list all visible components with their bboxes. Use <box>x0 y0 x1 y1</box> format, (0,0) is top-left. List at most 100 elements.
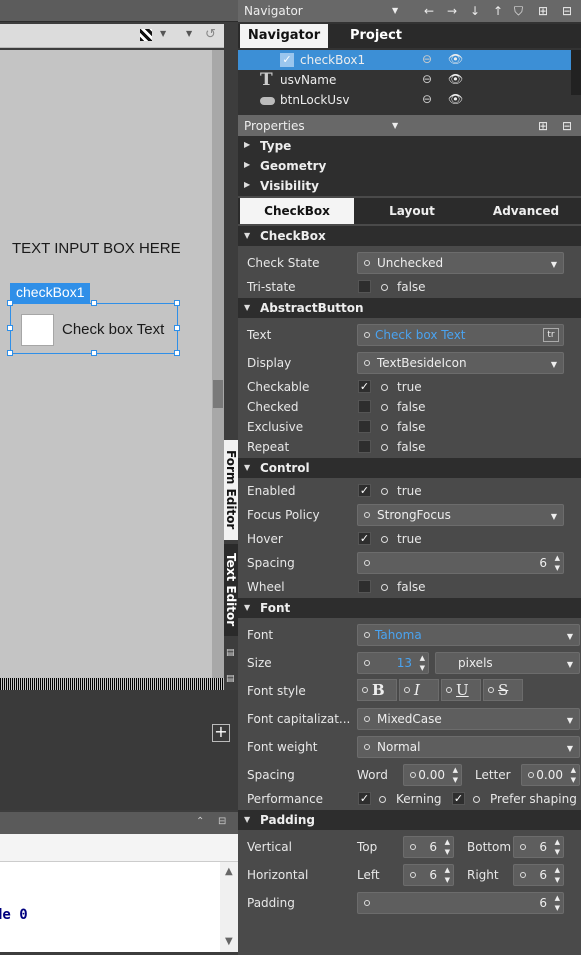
display-combo[interactable]: TextBesideIcon ▼ <box>357 352 564 374</box>
canvas-vertical-scrollbar[interactable] <box>212 50 224 678</box>
arrow-up-icon[interactable]: ↑ <box>493 4 503 18</box>
font-family-combo[interactable]: Tahoma ▼ <box>357 624 580 646</box>
font-capitalization-combo[interactable]: MixedCase ▼ <box>357 708 580 730</box>
checkbox-indicator[interactable] <box>21 314 54 346</box>
chevron-down-icon[interactable]: ▼ <box>160 29 172 41</box>
section-font[interactable]: ▼ Font <box>238 598 581 618</box>
tristate-checkbox[interactable] <box>358 280 371 293</box>
arrow-down-icon[interactable]: ↓ <box>470 4 480 18</box>
stepper-icon[interactable]: ▲ ▼ <box>555 553 560 573</box>
font-size-unit-combo[interactable]: pixels ▼ <box>435 652 580 674</box>
bottom-padding-spinbox[interactable]: 6 ▲ ▼ <box>513 836 564 858</box>
arrow-left-icon[interactable]: ← <box>424 4 434 18</box>
wheel-checkbox[interactable] <box>358 580 371 593</box>
stepper-icon[interactable]: ▲ ▼ <box>445 837 450 857</box>
tab-project[interactable]: Project <box>330 24 422 48</box>
tab-text-editor[interactable]: Text Editor <box>224 544 238 636</box>
scrollbar-thumb[interactable] <box>213 380 223 408</box>
lock-toggle-icon[interactable]: ⊖ <box>422 72 432 86</box>
eye-icon[interactable]: 👁 <box>448 52 463 66</box>
chevron-up-icon[interactable]: ⌃ <box>196 816 204 827</box>
strikeout-toggle[interactable]: S <box>483 679 523 701</box>
chevron-down-icon[interactable]: ▼ <box>225 936 233 947</box>
kerning-checkbox[interactable]: ✓ <box>358 792 371 805</box>
translate-icon[interactable]: tr <box>543 328 559 342</box>
checked-checkbox[interactable] <box>358 400 371 413</box>
selected-checkbox-widget[interactable]: Check box Text <box>7 300 180 356</box>
undo-icon[interactable]: ↺ <box>205 27 217 42</box>
prefer-shaping-checkbox[interactable]: ✓ <box>452 792 465 805</box>
letter-spacing-spinbox[interactable]: 0.00 ▲ ▼ <box>521 764 580 786</box>
stepper-icon[interactable]: ▲ ▼ <box>445 865 450 885</box>
stepper-icon[interactable]: ▲ ▼ <box>555 837 560 857</box>
close-icon[interactable]: ⊟ <box>218 816 226 827</box>
navigator-item-btnlockusv[interactable]: btnLockUsv ⊖ 👁 <box>238 90 571 110</box>
right-padding-spinbox[interactable]: 6 ▲ ▼ <box>513 864 564 886</box>
word-spacing-spinbox[interactable]: 0.00 ▲ ▼ <box>403 764 462 786</box>
focus-policy-combo[interactable]: StrongFocus ▼ <box>357 504 564 526</box>
hover-checkbox[interactable]: ✓ <box>358 532 371 545</box>
output-text-area[interactable]: de 0 <box>0 862 220 952</box>
tab-checkbox[interactable]: CheckBox <box>240 198 354 224</box>
top-padding-spinbox[interactable]: 6 ▲ ▼ <box>403 836 454 858</box>
font-weight-combo[interactable]: Normal ▼ <box>357 736 580 758</box>
design-canvas[interactable]: TEXT INPUT BOX HERE checkBox1 Check box … <box>0 50 212 678</box>
tab-layout[interactable]: Layout <box>356 198 468 224</box>
arrow-right-icon[interactable]: → <box>447 4 457 18</box>
padding-spinbox[interactable]: 6 ▲ ▼ <box>357 892 564 914</box>
section-padding[interactable]: ▼ Padding <box>238 810 581 830</box>
split-panel-icon[interactable]: ⊞ <box>538 119 548 133</box>
filter-icon[interactable]: ⛉ <box>514 4 523 19</box>
resize-handle[interactable] <box>174 325 180 331</box>
stepper-icon[interactable]: ▲ ▼ <box>420 653 425 673</box>
close-panel-icon[interactable]: ⊟ <box>562 119 572 133</box>
close-panel-icon[interactable]: ⊟ <box>562 4 572 18</box>
font-size-spinbox[interactable]: 13 ▲ ▼ <box>357 652 429 674</box>
spacing-spinbox[interactable]: 6 ▲ ▼ <box>357 552 564 574</box>
eye-icon[interactable]: 👁 <box>448 92 463 106</box>
panel-restore-icon[interactable]: ▤ <box>226 648 235 658</box>
split-panel-icon[interactable]: ⊞ <box>538 4 548 18</box>
text-input-placeholder[interactable]: TEXT INPUT BOX HERE <box>12 240 181 257</box>
text-field[interactable]: Check box Text tr <box>357 324 564 346</box>
navigator-scrollbar[interactable] <box>571 50 581 95</box>
tab-advanced[interactable]: Advanced <box>470 198 581 224</box>
resize-handle[interactable] <box>91 300 97 306</box>
checkable-checkbox[interactable]: ✓ <box>358 380 371 393</box>
navigator-item-checkbox1[interactable]: ✓ checkBox1 ⊖ 👁 <box>238 50 571 70</box>
repeat-checkbox[interactable] <box>358 440 371 453</box>
chevron-up-icon[interactable]: ▲ <box>225 866 233 877</box>
stepper-icon[interactable]: ▲ ▼ <box>555 865 560 885</box>
resize-handle[interactable] <box>7 350 13 356</box>
section-control[interactable]: ▼ Control <box>238 458 581 478</box>
left-padding-spinbox[interactable]: 6 ▲ ▼ <box>403 864 454 886</box>
tab-form-editor[interactable]: Form Editor <box>224 440 238 540</box>
output-scrollbar[interactable]: ▲ ▼ <box>220 862 238 952</box>
stepper-icon[interactable]: ▲ ▼ <box>453 765 458 785</box>
group-visibility[interactable]: ▶ Visibility <box>238 176 581 196</box>
lock-toggle-icon[interactable]: ⊖ <box>422 92 432 106</box>
italic-toggle[interactable]: I <box>399 679 439 701</box>
panel-restore-icon[interactable]: ▤ <box>226 674 235 684</box>
tab-navigator[interactable]: Navigator <box>240 24 328 48</box>
bold-toggle[interactable]: B <box>357 679 397 701</box>
add-button[interactable]: + <box>212 724 230 742</box>
resize-handle[interactable] <box>174 300 180 306</box>
check-state-combo[interactable]: Unchecked ▼ <box>357 252 564 274</box>
eye-icon[interactable]: 👁 <box>448 72 463 86</box>
grid-icon[interactable] <box>140 29 152 41</box>
group-type[interactable]: ▶ Type <box>238 136 581 156</box>
stepper-icon[interactable]: ▲ ▼ <box>555 893 560 913</box>
underline-toggle[interactable]: U <box>441 679 481 701</box>
exclusive-checkbox[interactable] <box>358 420 371 433</box>
chevron-down-icon[interactable]: ▼ <box>392 121 398 130</box>
resize-handle[interactable] <box>174 350 180 356</box>
resize-handle[interactable] <box>7 300 13 306</box>
group-geometry[interactable]: ▶ Geometry <box>238 156 581 176</box>
resize-handle[interactable] <box>91 350 97 356</box>
chevron-down-icon[interactable]: ▼ <box>186 29 198 41</box>
section-checkbox[interactable]: ▼ CheckBox <box>238 226 581 246</box>
section-abstractbutton[interactable]: ▼ AbstractButton <box>238 298 581 318</box>
resize-handle[interactable] <box>7 325 13 331</box>
chevron-down-icon[interactable]: ▼ <box>392 6 398 15</box>
